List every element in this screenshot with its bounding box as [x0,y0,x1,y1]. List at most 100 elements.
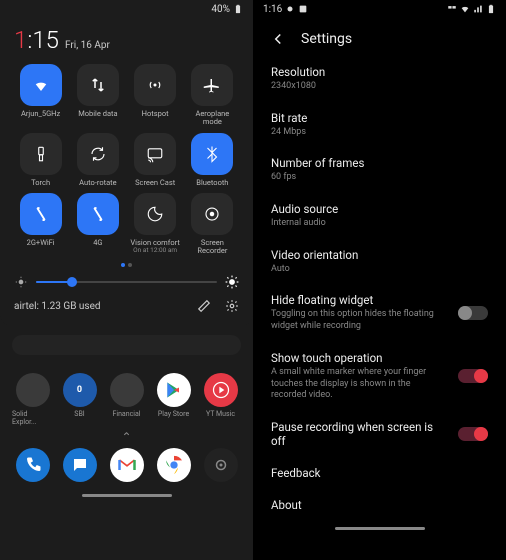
qs-tile-screen-cast[interactable]: Screen Cast [129,133,182,187]
setting-hide-floating-widget[interactable]: Hide floating widgetToggling on this opt… [253,284,506,341]
app-play-store[interactable]: Play Store [153,373,194,426]
solid-explorer-icon[interactable] [16,373,50,407]
hotspot-icon[interactable] [134,64,176,106]
status-time: 1:16 [263,4,282,15]
home-screen: Solid Explor... 0 SBI FinancialPlay StoreYT… [0,363,253,426]
dock-camera[interactable] [200,448,241,482]
quick-settings-panel: 1:15 Fri, 16 Apr Arjun_5GHz Mobile data … [0,18,253,327]
torch-icon[interactable] [20,133,62,175]
dock-chrome[interactable] [153,448,194,482]
wifi-icon[interactable] [20,64,62,106]
qs-tile-bluetooth[interactable]: Bluetooth [186,133,239,187]
4g-icon[interactable] [77,193,119,235]
dock-gmail[interactable] [106,448,147,482]
wifi-icon [460,4,470,14]
aeroplane-icon[interactable] [191,64,233,106]
brightness-slider[interactable] [14,275,239,289]
setting-title: Show touch operation [271,351,448,365]
app-solid-explorer[interactable]: Solid Explor... [12,373,53,426]
setting-title: Bit rate [271,111,488,125]
battery-text: 40% [211,4,230,15]
data-usage-row: airtel: 1.23 GB used [14,299,239,313]
setting-sub: A small white marker where your finger t… [271,367,448,402]
toggle[interactable] [458,427,488,441]
setting-feedback[interactable]: Feedback [253,457,506,489]
setting-number-of-frames[interactable]: Number of frames60 fps [253,147,506,193]
yt-music-icon[interactable] [204,373,238,407]
mobile-data-icon[interactable] [77,64,119,106]
phone-left-quick-settings: 40% 1:15 Fri, 16 Apr Arjun_5GHz Mobile d… [0,0,253,560]
settings-list: Resolution2340x1080Bit rate24 MbpsNumber… [253,56,506,521]
qs-tile-hotspot[interactable]: Hotspot [129,64,182,127]
gmail-icon[interactable] [110,448,144,482]
camera-icon[interactable] [204,448,238,482]
setting-show-touch-operation[interactable]: Show touch operation A small white marker… [253,342,506,411]
app-label: SBI [74,410,84,418]
sbi-icon[interactable]: 0 [63,373,97,407]
app-sbi[interactable]: 0 SBI [59,373,100,426]
brightness-track[interactable] [36,281,217,283]
app-financial[interactable]: Financial [106,373,147,426]
qs-tile-torch[interactable]: Torch [14,133,67,187]
qs-label: Screen Cast [135,179,175,187]
qs-tile-aeroplane[interactable]: Aeroplane mode [186,64,239,127]
media-card[interactable] [12,335,241,355]
chrome-icon[interactable] [157,448,191,482]
play-store-icon[interactable] [157,373,191,407]
screen-cast-icon[interactable] [134,133,176,175]
messages-icon[interactable] [63,448,97,482]
qs-tile-wifi[interactable]: Arjun_5GHz [14,64,67,127]
qs-label: Aeroplane mode [186,110,239,127]
setting-audio-source[interactable]: Audio sourceInternal audio [253,193,506,239]
signal-icon [473,4,483,14]
2g-wifi-icon[interactable] [20,193,62,235]
setting-title: Hide floating widget [271,293,448,307]
screen-recorder-icon[interactable] [191,193,233,235]
toggle[interactable] [458,369,488,383]
dock-messages[interactable] [59,448,100,482]
edit-icon[interactable] [197,299,211,313]
financial-icon[interactable] [110,373,144,407]
app-yt-music[interactable]: YT Music [200,373,241,426]
setting-sub: Internal audio [271,218,488,230]
bluetooth-icon[interactable] [191,133,233,175]
qs-tile-mobile-data[interactable]: Mobile data [71,64,124,127]
setting-sub: Auto [271,264,488,276]
qs-grid: Arjun_5GHz Mobile data Hotspot Aeroplane… [14,64,239,255]
dock-phone[interactable] [12,448,53,482]
qs-tile-auto-rotate[interactable]: Auto-rotate [71,133,124,187]
qs-tile-4g[interactable]: 4G [71,193,124,256]
qs-label: Bluetooth [196,179,228,187]
gesture-navbar[interactable] [335,527,425,530]
qs-tile-vision-comfort[interactable]: Vision comfortOn at 12:00 am [129,193,182,256]
phone-icon[interactable] [16,448,50,482]
setting-pause-recording-when-screen-is-off[interactable]: Pause recording when screen is off [253,411,506,457]
setting-title: Feedback [271,466,488,480]
qs-label: Vision comfortOn at 12:00 am [130,239,179,254]
clock-row: 1:15 Fri, 16 Apr [14,26,239,54]
data-usage-text: airtel: 1.23 GB used [14,301,101,312]
setting-video-orientation[interactable]: Video orientationAuto [253,239,506,285]
vision-comfort-icon[interactable] [134,193,176,235]
setting-resolution[interactable]: Resolution2340x1080 [253,56,506,102]
status-bar-right: 1:16 [253,0,506,18]
gesture-navbar[interactable] [82,494,172,497]
app-drawer-arrow-icon[interactable]: ⌃ [0,430,253,444]
gear-icon[interactable] [225,299,239,313]
setting-about[interactable]: About [253,489,506,521]
qs-tile-screen-recorder[interactable]: Screen Recorder [186,193,239,256]
pager-dot-1 [121,263,125,267]
battery-icon [233,4,243,14]
dock [0,448,253,488]
back-icon[interactable] [269,30,287,48]
setting-bit-rate[interactable]: Bit rate24 Mbps [253,102,506,148]
battery-icon [486,4,496,14]
qs-label: Screen Recorder [186,239,239,256]
record-dot-icon [285,4,295,14]
auto-rotate-icon[interactable] [77,133,119,175]
toggle[interactable] [458,306,488,320]
qs-tile-2g-wifi[interactable]: 2G+WiFi [14,193,67,256]
app-label: Solid Explor... [12,410,53,426]
qs-pager[interactable] [14,263,239,267]
settings-title: Settings [301,31,352,47]
